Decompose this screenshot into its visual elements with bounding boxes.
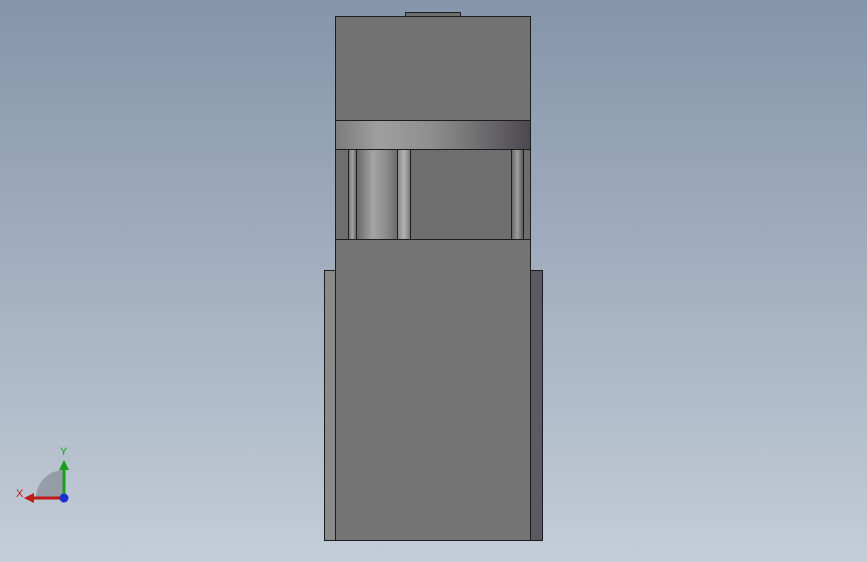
upper-housing[interactable]: [335, 16, 531, 122]
triad-y-label: Y: [60, 446, 68, 458]
triad-x-label: X: [16, 488, 24, 500]
guide-rod-right[interactable]: [511, 149, 524, 239]
coordinate-triad-icon: Y X: [16, 446, 69, 503]
guide-rod-center[interactable]: [356, 149, 398, 239]
clamp-band[interactable]: [335, 120, 531, 150]
graphics-viewport[interactable]: Y X: [0, 0, 867, 562]
y-axis-arrowhead: [59, 460, 69, 470]
x-axis-arrowhead: [24, 493, 34, 503]
guide-rod-window[interactable]: [335, 148, 531, 240]
z-axis-marker: [59, 493, 69, 503]
lower-housing[interactable]: [335, 238, 531, 541]
triad-plane-icon: [36, 470, 64, 498]
guide-rod-center-right[interactable]: [397, 149, 411, 239]
